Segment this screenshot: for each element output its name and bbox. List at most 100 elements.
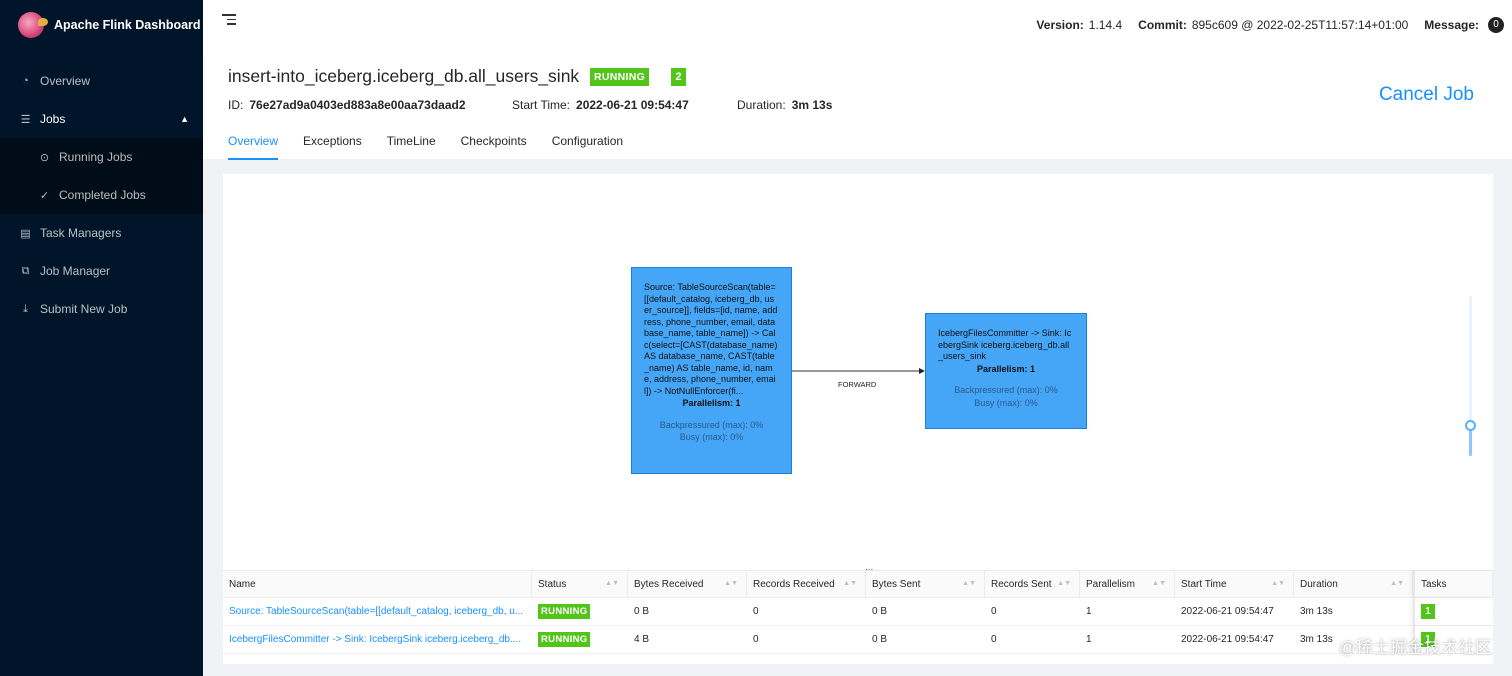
- tab-overview[interactable]: Overview: [228, 134, 279, 160]
- app-title: Apache Flink Dashboard: [54, 18, 201, 32]
- node-parallelism: Parallelism: 1: [976, 363, 1036, 374]
- sidebar-item-jobs[interactable]: ☰ Jobs ▲: [0, 100, 203, 138]
- chevron-up-icon: ▲: [180, 114, 189, 124]
- column-header-records-received[interactable]: Records Received ▲▼: [747, 571, 866, 597]
- cluster-icon: ⧉: [21, 264, 30, 277]
- sidebar-item-label: Running Jobs: [59, 150, 133, 164]
- edge-label: FORWARD: [838, 380, 877, 389]
- sidebar-menu: ◔ Overview ☰ Jobs ▲ ⊙ Running Jobs ✓ Com…: [0, 62, 203, 328]
- message-count-badge: 0: [1488, 17, 1504, 33]
- tab-checkpoints[interactable]: Checkpoints: [461, 134, 527, 160]
- sort-icon[interactable]: ▲▼: [1390, 580, 1404, 587]
- column-header-bytes-sent[interactable]: Bytes Sent ▲▼: [866, 571, 985, 597]
- column-header-records-sent[interactable]: Records Sent ▲▼: [985, 571, 1080, 597]
- status-badge: RUNNING: [538, 604, 591, 619]
- zoom-slider-handle[interactable]: [1465, 420, 1476, 431]
- job-graph-panel: FORWARD Source: TableSourceScan(table=[[…: [223, 174, 1493, 664]
- column-header-tasks: Tasks: [1413, 571, 1493, 597]
- duration-label: Duration:: [737, 98, 786, 112]
- column-header-duration[interactable]: Duration ▲▼: [1294, 571, 1413, 597]
- job-id: ID: 76e27ad9a0403ed883a8e00aa73daad2: [228, 98, 466, 112]
- tab-configuration[interactable]: Configuration: [552, 134, 623, 160]
- bytes-sent-cell: 0 B: [872, 606, 888, 617]
- source-node[interactable]: Source: TableSourceScan(table=[[default_…: [631, 267, 792, 474]
- logo[interactable]: Apache Flink Dashboard: [0, 0, 203, 50]
- column-header-bytes-received[interactable]: Bytes Received ▲▼: [628, 571, 747, 597]
- sidebar-item-label: Overview: [40, 74, 91, 88]
- start-time-value: 2022-06-21 09:54:47: [576, 98, 689, 112]
- table-row[interactable]: IcebergFilesCommitter -> Sink: IcebergSi…: [223, 626, 1493, 654]
- vertex-name-link[interactable]: IcebergFilesCommitter -> Sink: IcebergSi…: [229, 634, 521, 645]
- sidebar-item-label: Completed Jobs: [59, 188, 146, 202]
- check-circle-icon: ✓: [39, 189, 50, 202]
- sink-node[interactable]: IcebergFilesCommitter -> Sink: IcebergSi…: [925, 313, 1087, 429]
- job-status-badge: RUNNING: [590, 68, 650, 86]
- sidebar-item-task-managers[interactable]: ▤ Task Managers: [0, 214, 203, 252]
- tasks-cell: 1: [1413, 598, 1493, 625]
- records-received-cell: 0: [753, 634, 759, 645]
- graph-edges: [792, 368, 925, 374]
- status-badge: RUNNING: [538, 632, 591, 647]
- column-header-parallelism[interactable]: Parallelism ▲▼: [1080, 571, 1175, 597]
- menu-fold-icon[interactable]: [222, 14, 236, 26]
- sort-icon[interactable]: ▲▼: [724, 580, 738, 587]
- sidebar: Apache Flink Dashboard ◔ Overview ☰ Jobs…: [0, 0, 203, 676]
- parallelism-cell: 1: [1086, 606, 1092, 617]
- message-label: Message:: [1424, 18, 1479, 32]
- cancel-job-button[interactable]: Cancel Job: [1379, 84, 1474, 106]
- message-info[interactable]: Message: 0: [1424, 17, 1504, 33]
- play-circle-icon: ⊙: [39, 151, 50, 164]
- node-description: Source: TableSourceScan(table=[[default_…: [644, 282, 778, 396]
- node-backpressured: Backpressured (max): 0%: [659, 419, 764, 430]
- vertex-name-cell[interactable]: Source: TableSourceScan(table=[[default_…: [223, 598, 532, 625]
- vertex-table: Name Status ▲▼ Bytes Received ▲▼ Records R…: [223, 570, 1493, 654]
- sort-icon[interactable]: ▲▼: [843, 580, 857, 587]
- tab-timeline[interactable]: TimeLine: [387, 134, 436, 160]
- start-time-label: Start Time:: [512, 98, 571, 112]
- watermark: @稀土掘金技术社区: [1338, 638, 1492, 657]
- vertex-name-link[interactable]: Source: TableSourceScan(table=[[default_…: [229, 606, 523, 617]
- node-description: IcebergFilesCommitter -> Sink: IcebergSi…: [938, 328, 1072, 361]
- sidebar-item-label: Jobs: [40, 112, 66, 126]
- flink-logo-icon: [18, 12, 48, 38]
- sidebar-item-label: Task Managers: [40, 226, 122, 240]
- start-time-cell: 2022-06-21 09:54:47: [1181, 634, 1274, 645]
- column-header-name: Name: [223, 571, 532, 597]
- job-start-time: Start Time: 2022-06-21 09:54:47: [512, 98, 689, 112]
- version-info: Version: 1.14.4: [1036, 18, 1122, 32]
- sidebar-item-job-manager[interactable]: ⧉ Job Manager: [0, 252, 203, 290]
- schedule-icon: ▤: [20, 227, 31, 240]
- duration-cell: 3m 13s: [1300, 606, 1333, 617]
- sort-icon[interactable]: ▲▼: [962, 580, 976, 587]
- version-value: 1.14.4: [1088, 18, 1123, 32]
- status-cell: RUNNING: [532, 598, 628, 625]
- list-icon: ☰: [20, 113, 31, 126]
- sidebar-item-completed-jobs[interactable]: ✓ Completed Jobs: [0, 176, 203, 214]
- start-time-cell: 2022-06-21 09:54:47: [1181, 606, 1274, 617]
- sidebar-item-overview[interactable]: ◔ Overview: [0, 62, 203, 100]
- sort-icon[interactable]: ▲▼: [1152, 580, 1166, 587]
- sidebar-item-running-jobs[interactable]: ⊙ Running Jobs: [0, 138, 203, 176]
- job-duration: Duration: 3m 13s: [737, 98, 832, 112]
- commit-label: Commit:: [1138, 18, 1187, 32]
- commit-info: Commit: 895c609 @ 2022-02-25T11:57:14+01…: [1138, 18, 1408, 32]
- vertex-name-cell[interactable]: IcebergFilesCommitter -> Sink: IcebergSi…: [223, 626, 532, 653]
- sidebar-item-submit-new-job[interactable]: ⤓ Submit New Job: [0, 290, 203, 328]
- table-row[interactable]: Source: TableSourceScan(table=[[default_…: [223, 598, 1493, 626]
- sidebar-item-label: Job Manager: [40, 264, 111, 278]
- column-header-status[interactable]: Status ▲▼: [532, 571, 628, 597]
- tab-exceptions[interactable]: Exceptions: [303, 134, 362, 160]
- version-label: Version:: [1036, 18, 1084, 32]
- job-header: insert-into_iceberg.iceberg_db.all_users…: [203, 48, 1512, 160]
- sort-icon[interactable]: ▲▼: [605, 580, 619, 587]
- node-parallelism: Parallelism: 1: [682, 398, 741, 408]
- bytes-received-cell: 4 B: [634, 634, 650, 645]
- sort-icon[interactable]: ▲▼: [1057, 580, 1071, 587]
- column-header-start-time[interactable]: Start Time ▲▼: [1175, 571, 1294, 597]
- bytes-received-cell: 0 B: [634, 606, 650, 617]
- node-backpressured: Backpressured (max): 0%: [954, 385, 1058, 395]
- top-header: Version: 1.14.4 Commit: 895c609 @ 2022-0…: [203, 0, 1512, 48]
- job-name: insert-into_iceberg.iceberg_db.all_users…: [228, 66, 580, 86]
- sort-icon[interactable]: ▲▼: [1271, 580, 1285, 587]
- records-sent-cell: 0: [991, 634, 997, 645]
